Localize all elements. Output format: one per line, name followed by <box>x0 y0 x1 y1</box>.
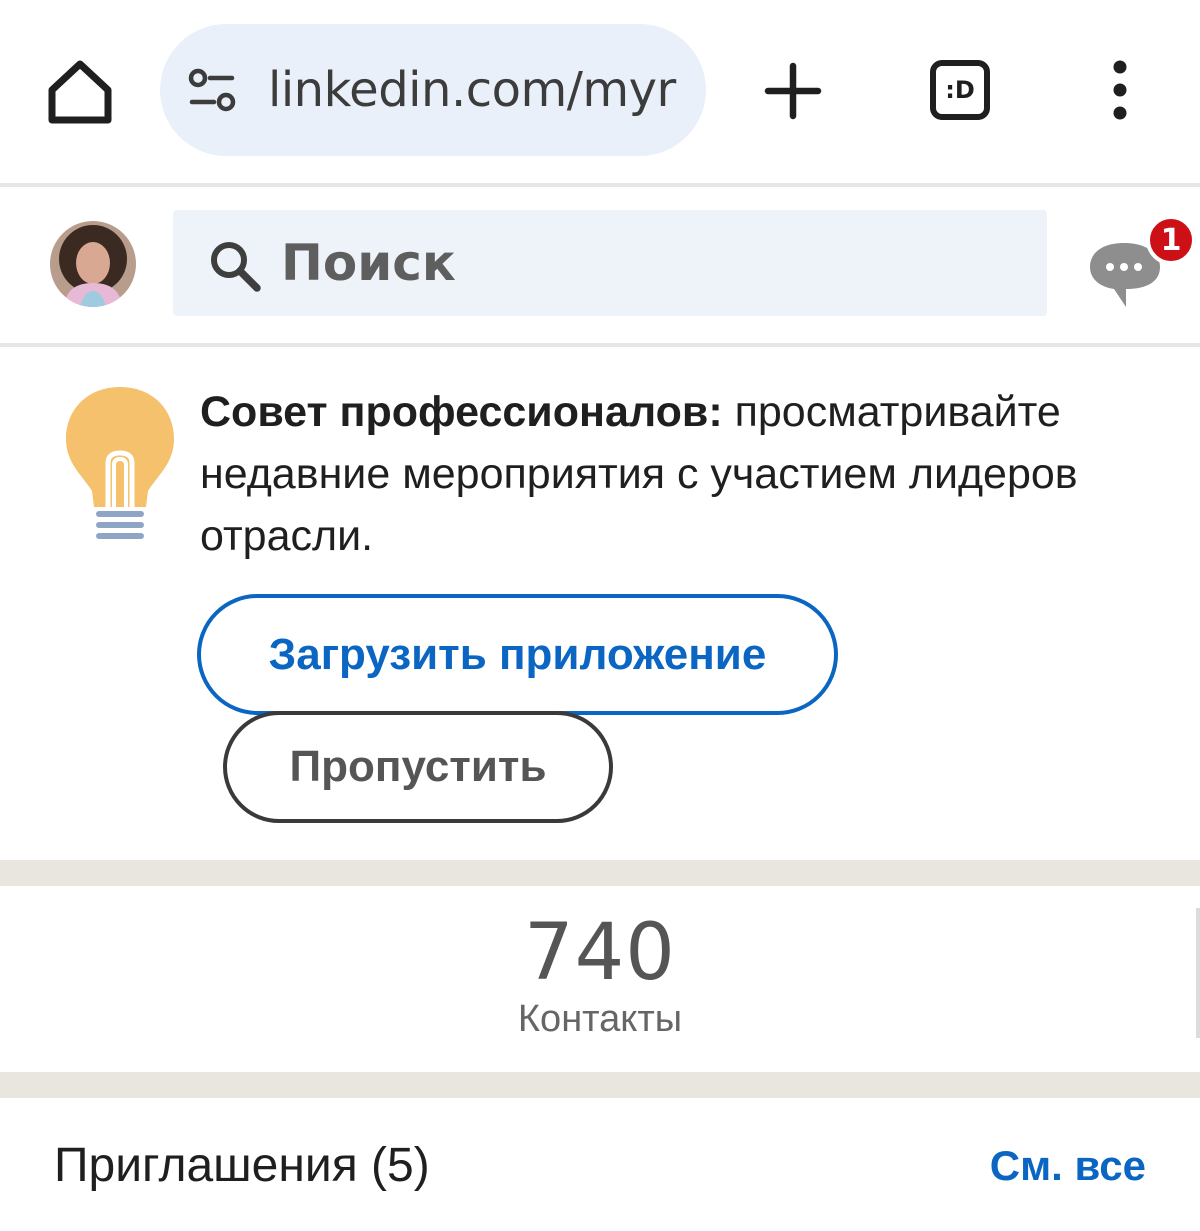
home-button[interactable] <box>44 56 116 128</box>
avatar-image <box>50 221 136 307</box>
site-settings-icon[interactable] <box>186 68 242 112</box>
connections-summary[interactable]: 740 Контакты <box>0 886 1200 1072</box>
section-separator <box>0 1072 1200 1098</box>
home-icon <box>48 60 112 124</box>
url-text[interactable]: linkedin.com/myr <box>268 62 676 118</box>
avatar[interactable] <box>50 221 136 307</box>
invitations-title: Приглашения (5) <box>54 1139 430 1192</box>
invitations-section: Приглашения (5) См. все <box>0 1098 1200 1231</box>
section-separator <box>0 860 1200 886</box>
search-input[interactable]: Поиск <box>173 210 1047 316</box>
tip-bold-prefix: Совет профессионалов: <box>200 388 723 436</box>
browser-toolbar: linkedin.com/myr :D <box>0 0 1200 184</box>
new-tab-icon <box>764 62 822 120</box>
address-bar[interactable]: linkedin.com/myr <box>160 24 706 156</box>
search-placeholder: Поиск <box>281 234 456 292</box>
tab-switcher-icon: :D <box>945 76 975 104</box>
carousel-edge <box>1196 908 1200 1038</box>
more-menu-button[interactable] <box>1104 58 1136 122</box>
connections-count: 740 <box>524 908 676 998</box>
pro-tip-card: Совет профессионалов: просматривайте нед… <box>0 347 1200 860</box>
skip-button[interactable]: Пропустить <box>223 711 613 823</box>
lightbulb-icon <box>66 387 174 539</box>
new-tab-button[interactable] <box>762 60 824 122</box>
search-icon <box>211 242 261 292</box>
download-app-button[interactable]: Загрузить приложение <box>197 594 838 715</box>
tab-switcher-button[interactable]: :D <box>930 60 990 120</box>
connections-label: Контакты <box>517 998 683 1040</box>
message-count-badge: 1 <box>1146 215 1196 265</box>
see-all-link[interactable]: См. все <box>990 1142 1146 1190</box>
messaging-button[interactable]: 1 <box>1086 215 1196 315</box>
tip-message: Совет профессионалов: просматривайте нед… <box>200 381 1160 567</box>
linkedin-header: Поиск 1 <box>0 187 1200 343</box>
more-menu-icon <box>1113 60 1127 120</box>
